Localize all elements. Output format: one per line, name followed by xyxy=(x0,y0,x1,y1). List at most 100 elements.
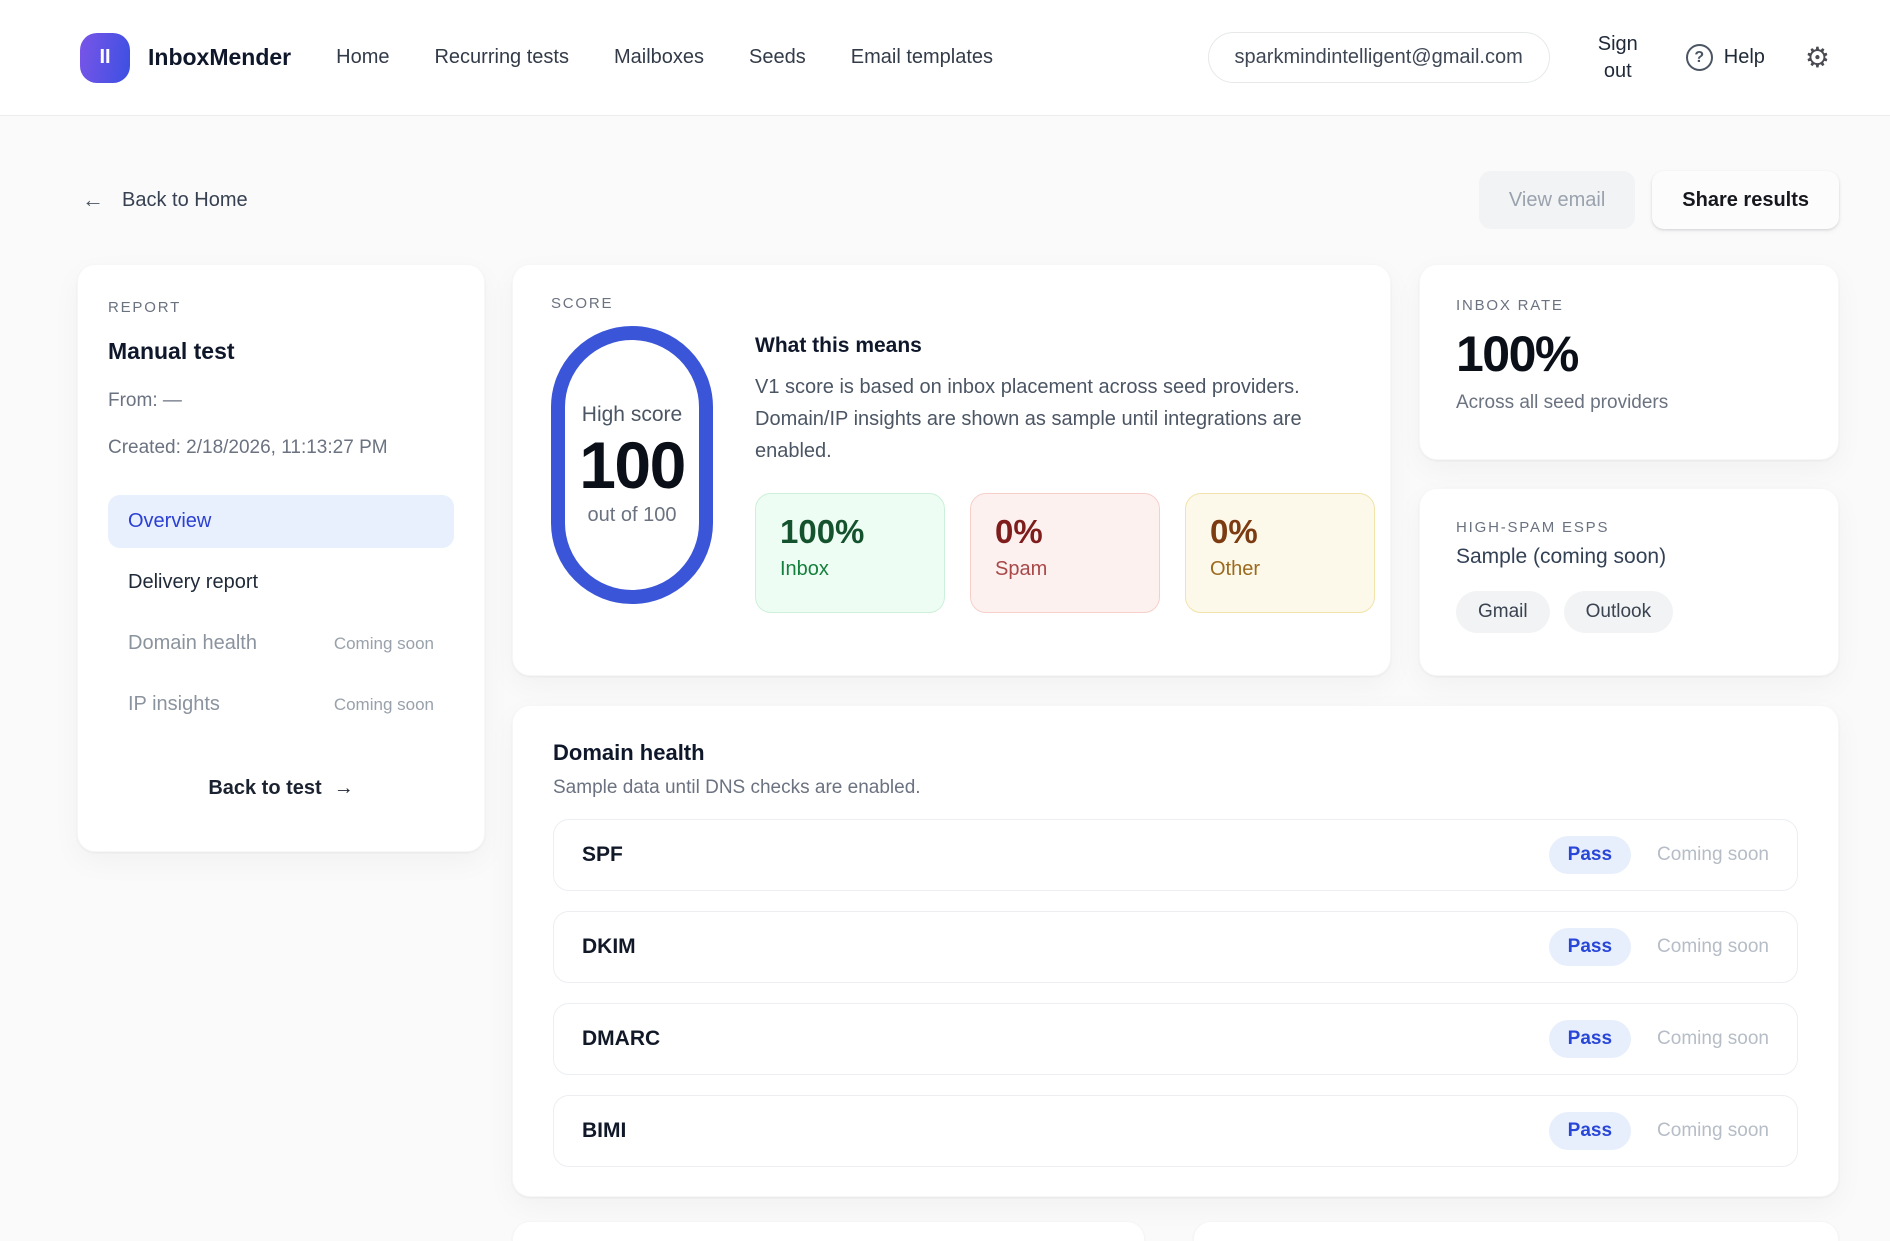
nav-item-home[interactable]: Home xyxy=(336,46,389,69)
inbox-rate-kicker: INBOX RATE xyxy=(1456,297,1802,314)
placement-stats: 100% Inbox 0% Spam 0% Other xyxy=(755,493,1375,613)
domain-health-row-dkim: DKIM Pass Coming soon xyxy=(553,911,1798,983)
help-button[interactable]: ? Help xyxy=(1686,44,1765,71)
view-email-button[interactable]: View email xyxy=(1479,171,1635,229)
stat-inbox: 100% Inbox xyxy=(755,493,945,613)
check-status-group: Pass Coming soon xyxy=(1549,1020,1769,1058)
sidebar-item-badge: Coming soon xyxy=(334,695,434,715)
back-to-home-link[interactable]: ← Back to Home xyxy=(82,187,248,213)
stat-spam: 0% Spam xyxy=(970,493,1160,613)
logo-monogram: II xyxy=(99,46,110,69)
check-note: Coming soon xyxy=(1657,936,1769,958)
check-status-group: Pass Coming soon xyxy=(1549,928,1769,966)
explain-body: V1 score is based on inbox placement acr… xyxy=(755,371,1340,467)
stat-value: 0% xyxy=(995,513,1135,551)
header-right: sparkmindintelligent@gmail.com Sign out … xyxy=(1208,31,1830,85)
help-label: Help xyxy=(1724,46,1765,69)
check-note: Coming soon xyxy=(1657,844,1769,866)
report-title: Manual test xyxy=(108,338,454,365)
stat-label: Spam xyxy=(995,558,1135,581)
mini-cards-column: INBOX RATE 100% Across all seed provider… xyxy=(1419,264,1839,676)
score-gauge-label: High score xyxy=(582,403,682,427)
back-to-home-label: Back to Home xyxy=(122,189,248,212)
nav-item-seeds[interactable]: Seeds xyxy=(749,46,806,69)
account-email-pill[interactable]: sparkmindintelligent@gmail.com xyxy=(1208,32,1550,83)
check-name: BIMI xyxy=(582,1119,626,1143)
report-kicker: REPORT xyxy=(108,299,454,316)
high-spam-esps-card: HIGH-SPAM ESPS Sample (coming soon) Gmai… xyxy=(1419,488,1839,676)
settings-button[interactable]: ⚙ xyxy=(1805,44,1830,72)
back-to-test-label: Back to test xyxy=(208,777,321,800)
esp-chip-outlook: Outlook xyxy=(1564,591,1673,633)
stat-value: 0% xyxy=(1210,513,1350,551)
score-kicker: SCORE xyxy=(551,295,1352,312)
domain-health-card: Domain health Sample data until DNS chec… xyxy=(512,705,1839,1197)
score-gauge-value: 100 xyxy=(579,430,685,501)
explain-title: What this means xyxy=(755,334,1375,358)
arrow-right-icon: → xyxy=(334,777,354,800)
check-name: SPF xyxy=(582,843,623,867)
check-note: Coming soon xyxy=(1657,1028,1769,1050)
stat-value: 100% xyxy=(780,513,920,551)
domain-health-row-spf: SPF Pass Coming soon xyxy=(553,819,1798,891)
report-nav: Overview Delivery report Domain health C… xyxy=(108,495,454,731)
report-from: From: — xyxy=(108,390,454,412)
nav-item-email-templates[interactable]: Email templates xyxy=(851,46,993,69)
sidebar-item-label: Overview xyxy=(128,510,211,533)
score-card: SCORE High score 100 out of 100 What thi… xyxy=(512,264,1391,676)
check-status-group: Pass Coming soon xyxy=(1549,836,1769,874)
primary-nav: Home Recurring tests Mailboxes Seeds Ema… xyxy=(336,46,993,69)
inbox-rate-caption: Across all seed providers xyxy=(1456,392,1802,414)
status-badge: Pass xyxy=(1549,1112,1631,1150)
share-results-button[interactable]: Share results xyxy=(1652,171,1839,229)
toolbar-row: ← Back to Home View email Share results xyxy=(77,171,1839,229)
status-badge: Pass xyxy=(1549,928,1631,966)
arrow-left-icon: ← xyxy=(82,187,104,213)
check-note: Coming soon xyxy=(1657,1120,1769,1142)
high-spam-subtitle: Sample (coming soon) xyxy=(1456,545,1802,569)
nav-item-mailboxes[interactable]: Mailboxes xyxy=(614,46,704,69)
sidebar-item-label: Delivery report xyxy=(128,571,258,594)
app-header: II InboxMender Home Recurring tests Mail… xyxy=(0,0,1890,116)
sidebar-item-label: Domain health xyxy=(128,632,257,655)
brand-name: InboxMender xyxy=(148,44,291,71)
sign-out-button[interactable]: Sign out xyxy=(1590,31,1646,85)
partial-card xyxy=(1193,1221,1839,1241)
inbox-rate-card: INBOX RATE 100% Across all seed provider… xyxy=(1419,264,1839,460)
domain-health-subtitle: Sample data until DNS checks are enabled… xyxy=(553,777,1798,799)
report-panel: REPORT Manual test From: — Created: 2/18… xyxy=(77,264,485,852)
sidebar-item-overview[interactable]: Overview xyxy=(108,495,454,548)
gear-icon: ⚙ xyxy=(1805,42,1830,73)
score-body: High score 100 out of 100 What this mean… xyxy=(551,322,1352,613)
domain-health-row-dmarc: DMARC Pass Coming soon xyxy=(553,1003,1798,1075)
score-gauge-sub: out of 100 xyxy=(588,504,677,527)
sidebar-item-ip-insights[interactable]: IP insights Coming soon xyxy=(108,678,454,731)
esp-chips: Gmail Outlook xyxy=(1456,591,1802,633)
inbox-rate-value: 100% xyxy=(1456,325,1802,383)
content-column: SCORE High score 100 out of 100 What thi… xyxy=(512,264,1839,1241)
partial-cards-row xyxy=(512,1221,1839,1241)
check-name: DMARC xyxy=(582,1027,660,1051)
stat-label: Other xyxy=(1210,558,1350,581)
dashboard-layout: REPORT Manual test From: — Created: 2/18… xyxy=(77,264,1839,1241)
status-badge: Pass xyxy=(1549,1020,1631,1058)
stat-label: Inbox xyxy=(780,558,920,581)
main-content: ← Back to Home View email Share results … xyxy=(0,171,1890,1241)
sidebar-item-delivery-report[interactable]: Delivery report xyxy=(108,556,454,609)
esp-chip-gmail: Gmail xyxy=(1456,591,1550,633)
top-cards-row: SCORE High score 100 out of 100 What thi… xyxy=(512,264,1839,676)
toolbar-buttons: View email Share results xyxy=(1479,171,1839,229)
check-status-group: Pass Coming soon xyxy=(1549,1112,1769,1150)
check-name: DKIM xyxy=(582,935,636,959)
back-to-test-link[interactable]: Back to test → xyxy=(108,777,454,800)
score-gauge: High score 100 out of 100 xyxy=(551,326,713,604)
score-explanation: What this means V1 score is based on inb… xyxy=(755,322,1375,613)
domain-health-title: Domain health xyxy=(553,740,1798,766)
high-spam-kicker: HIGH-SPAM ESPS xyxy=(1456,519,1802,536)
domain-health-row-bimi: BIMI Pass Coming soon xyxy=(553,1095,1798,1167)
brand[interactable]: II InboxMender xyxy=(80,33,291,83)
report-created: Created: 2/18/2026, 11:13:27 PM xyxy=(108,437,454,459)
partial-card xyxy=(512,1221,1145,1241)
sidebar-item-domain-health[interactable]: Domain health Coming soon xyxy=(108,617,454,670)
nav-item-recurring-tests[interactable]: Recurring tests xyxy=(434,46,569,69)
